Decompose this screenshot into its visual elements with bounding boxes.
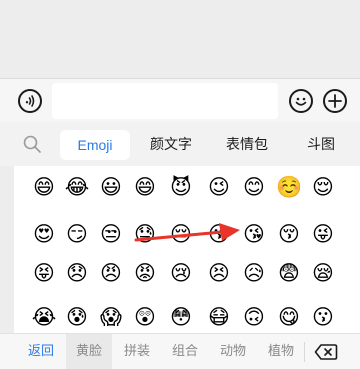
emoji-cell[interactable]: 😘 <box>241 221 267 247</box>
category-yellow-face[interactable]: 黄脸 <box>66 334 112 369</box>
category-assembly[interactable]: 拼装 <box>116 334 158 369</box>
emoji-toggle-button[interactable] <box>289 89 313 113</box>
search-icon[interactable] <box>22 134 42 154</box>
tab-stickers[interactable]: 表情包 <box>216 130 278 160</box>
emoji-cell[interactable]: 😡 <box>132 260 158 286</box>
message-input[interactable] <box>52 83 278 119</box>
emoji-cell[interactable]: 😍 <box>31 221 57 247</box>
emoji-cell[interactable]: 😱 <box>98 304 124 330</box>
emoji-cell[interactable]: 😞 <box>64 260 90 286</box>
emoji-cell[interactable]: 😜 <box>310 221 336 247</box>
back-button[interactable]: 返回 <box>20 334 62 369</box>
input-bar <box>0 78 360 123</box>
more-button[interactable] <box>323 89 347 113</box>
emoji-cell[interactable]: 😌 <box>310 174 336 200</box>
emoji-cell[interactable]: 😋 <box>276 304 302 330</box>
plus-icon <box>328 94 342 108</box>
voice-button[interactable] <box>18 89 42 113</box>
emoji-cell[interactable]: 😷 <box>206 304 232 330</box>
emoji-cell[interactable]: 😭 <box>31 304 57 330</box>
tab-kaomoji[interactable]: 颜文字 <box>140 130 202 160</box>
backspace-icon[interactable] <box>314 343 338 361</box>
emoji-cell[interactable]: 😊 <box>241 174 267 200</box>
emoji-grid: 😄 😂 😃 😄 😈 😉 😊 ☺️ 😌 😍 😏 😒 😓 😔 😘 😘 😚 😜 😝 😞 😠 😡 😢 😣 😥 😨 😪 😭 😰 😱 😲 😳 😷 🙃 😋 😗 <box>14 166 360 333</box>
emoji-cell[interactable]: 😚 <box>276 221 302 247</box>
voice-icon <box>25 95 35 107</box>
emoji-cell[interactable]: ☺️ <box>276 174 302 200</box>
tab-meme-battle[interactable]: 斗图 <box>296 130 346 160</box>
tab-emoji[interactable]: Emoji <box>60 130 130 160</box>
category-animals[interactable]: 动物 <box>212 334 254 369</box>
emoji-cell[interactable]: 😪 <box>310 260 336 286</box>
emoji-cell[interactable]: 😘 <box>206 221 232 247</box>
emoji-cell[interactable]: 😳 <box>168 304 194 330</box>
emoji-cell[interactable]: 😄 <box>31 174 57 200</box>
smiley-icon <box>295 97 307 106</box>
emoji-tab-bar: Emoji 颜文字 表情包 斗图 <box>0 122 360 166</box>
category-combination[interactable]: 组合 <box>164 334 206 369</box>
emoji-cell[interactable]: 😔 <box>168 221 194 247</box>
emoji-cell[interactable]: 😥 <box>241 260 267 286</box>
category-plants[interactable]: 植物 <box>260 334 302 369</box>
emoji-cell[interactable]: 😢 <box>168 260 194 286</box>
emoji-cell[interactable]: 😄 <box>132 174 158 200</box>
emoji-cell[interactable]: 😂 <box>64 174 90 200</box>
emoji-category-bar: 返回 黄脸 拼装 组合 动物 植物 <box>0 333 360 369</box>
chat-area <box>0 0 360 78</box>
emoji-cell[interactable]: 😈 <box>168 174 194 200</box>
emoji-cell[interactable]: 😒 <box>98 221 124 247</box>
emoji-cell[interactable]: 😰 <box>64 304 90 330</box>
emoji-cell[interactable]: 😠 <box>98 260 124 286</box>
emoji-cell[interactable]: 😝 <box>31 260 57 286</box>
emoji-cell[interactable]: 😗 <box>310 304 336 330</box>
emoji-cell[interactable]: 😏 <box>64 221 90 247</box>
wechat-screen: Emoji 颜文字 表情包 斗图 😄 😂 😃 😄 😈 😉 😊 ☺️ 😌 😍 😏 😒 😓 😔 😘 😘 😚 😜 😝 😞 😠 😡… <box>0 0 360 369</box>
emoji-cell[interactable]: 😨 <box>276 260 302 286</box>
divider <box>304 342 305 362</box>
emoji-cell[interactable]: 😲 <box>132 304 158 330</box>
emoji-cell[interactable]: 😉 <box>206 174 232 200</box>
emoji-cell[interactable]: 😓 <box>132 221 158 247</box>
emoji-cell[interactable]: 🙃 <box>241 304 267 330</box>
emoji-cell[interactable]: 😣 <box>206 260 232 286</box>
emoji-cell[interactable]: 😃 <box>98 174 124 200</box>
